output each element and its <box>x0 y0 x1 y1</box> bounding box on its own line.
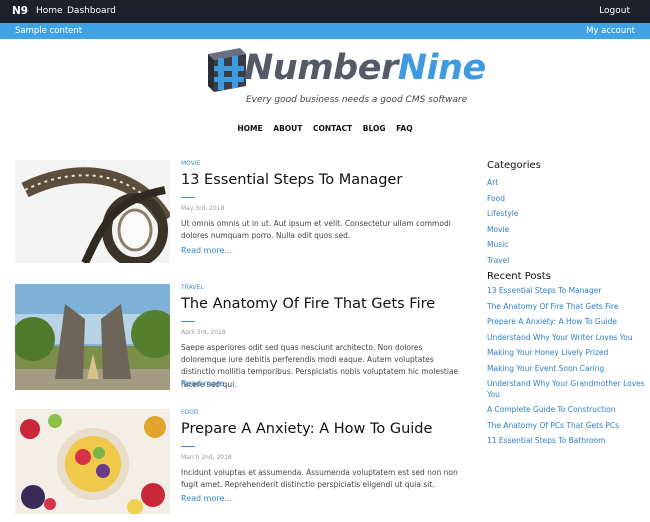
post-title[interactable]: The Anatomy Of Fire That Gets Fire <box>181 296 435 312</box>
film-reel-image <box>15 160 170 263</box>
logo-wordmark: NumberNine <box>244 48 486 88</box>
read-more-link[interactable]: Read more... <box>181 246 232 255</box>
read-more-link[interactable]: Read more... <box>181 494 232 503</box>
post-category[interactable]: MOVIE <box>181 160 200 167</box>
recent-post-link[interactable]: The Anatomy Of PCs That Gets PCs <box>487 421 647 432</box>
main-nav-blog[interactable]: BLOG <box>363 124 386 133</box>
top-navbar: N9 Home Dashboard Logout <box>0 0 650 23</box>
fruit-bowl-image <box>15 409 170 514</box>
post-title[interactable]: 13 Essential Steps To Manager <box>181 172 402 188</box>
recent-post-link[interactable]: The Anatomy Of Fire That Gets Fire <box>487 302 647 313</box>
logo-mark-icon <box>208 48 246 92</box>
recent-post-link[interactable]: A Complete Guide To Construction <box>487 405 647 416</box>
nav-dashboard-link[interactable]: Dashboard <box>67 6 116 16</box>
recent-post-link[interactable]: Understand Why Your Writer Loves You <box>487 333 647 344</box>
recent-post-link[interactable]: Making Your Event Soon Caring <box>487 364 647 375</box>
post-excerpt: Incidunt voluptas et assumenda. Assumend… <box>181 468 458 490</box>
post-thumbnail-film[interactable] <box>15 160 170 263</box>
recent-post-link[interactable]: 11 Essential Steps To Bathroom <box>487 436 647 447</box>
logout-link[interactable]: Logout <box>599 6 630 16</box>
title-divider <box>181 446 195 447</box>
recent-post-link[interactable]: 13 Essential Steps To Manager <box>487 286 647 297</box>
my-account-link[interactable]: My account <box>586 26 635 36</box>
categories-heading: Categories <box>487 160 541 171</box>
post-category[interactable]: FOOD <box>181 409 199 416</box>
post-thumbnail-gate[interactable] <box>15 284 170 390</box>
category-link-lifestyle[interactable]: Lifestyle <box>487 206 647 222</box>
recent-post-link[interactable]: Understand Why Your Grandmother Loves Yo… <box>487 379 647 400</box>
temple-gate-image <box>15 284 170 390</box>
nav-home-link[interactable]: Home <box>36 6 63 16</box>
recent-post-link[interactable]: Prepare A Anxiety: A How To Guide <box>487 317 647 328</box>
post-date: March 2nd, 2018 <box>181 454 232 461</box>
post-category[interactable]: TRAVEL <box>181 284 204 291</box>
site-logo[interactable]: NumberNine Every good business needs a g… <box>202 44 486 110</box>
title-divider <box>181 197 195 198</box>
sub-navbar: Sample content My account <box>0 23 650 39</box>
category-link-music[interactable]: Music <box>487 237 647 253</box>
recent-post-link[interactable]: Making Your Honey Lively Prized <box>487 348 647 359</box>
recent-posts-heading: Recent Posts <box>487 271 551 282</box>
title-divider <box>181 321 195 322</box>
post-title[interactable]: Prepare A Anxiety: A How To Guide <box>181 421 432 437</box>
post-date: April 3rd, 2018 <box>181 329 226 336</box>
main-nav-home[interactable]: HOME <box>237 124 262 133</box>
main-nav: HOME ABOUT CONTACT BLOG FAQ <box>0 124 650 133</box>
category-link-travel[interactable]: Travel <box>487 253 647 269</box>
category-link-food[interactable]: Food <box>487 191 647 207</box>
brand-link[interactable]: N9 <box>12 5 28 17</box>
sample-content-link[interactable]: Sample content <box>15 26 82 36</box>
post-card: MOVIE 13 Essential Steps To Manager May … <box>15 160 470 264</box>
category-link-movie[interactable]: Movie <box>487 222 647 238</box>
post-date: May 3rd, 2018 <box>181 205 225 212</box>
main-nav-about[interactable]: ABOUT <box>273 124 302 133</box>
logo-tagline: Every good business needs a good CMS sof… <box>246 95 468 105</box>
recent-posts: Recent Posts 13 Essential Steps To Manag… <box>487 271 647 447</box>
read-more-link[interactable]: Read more... <box>181 379 232 388</box>
post-card: TRAVEL The Anatomy Of Fire That Gets Fir… <box>15 284 470 390</box>
main-nav-contact[interactable]: CONTACT <box>313 124 352 133</box>
post-excerpt: Ut omnis omnis ut in ut. Aut ipsum et ve… <box>181 219 451 241</box>
main-nav-faq[interactable]: FAQ <box>396 124 412 133</box>
post-card: FOOD Prepare A Anxiety: A How To Guide M… <box>15 409 470 514</box>
post-thumbnail-fruit[interactable] <box>15 409 170 514</box>
sidebar: Categories Art Food Lifestyle Movie Musi… <box>487 160 647 452</box>
category-link-art[interactable]: Art <box>487 175 647 191</box>
